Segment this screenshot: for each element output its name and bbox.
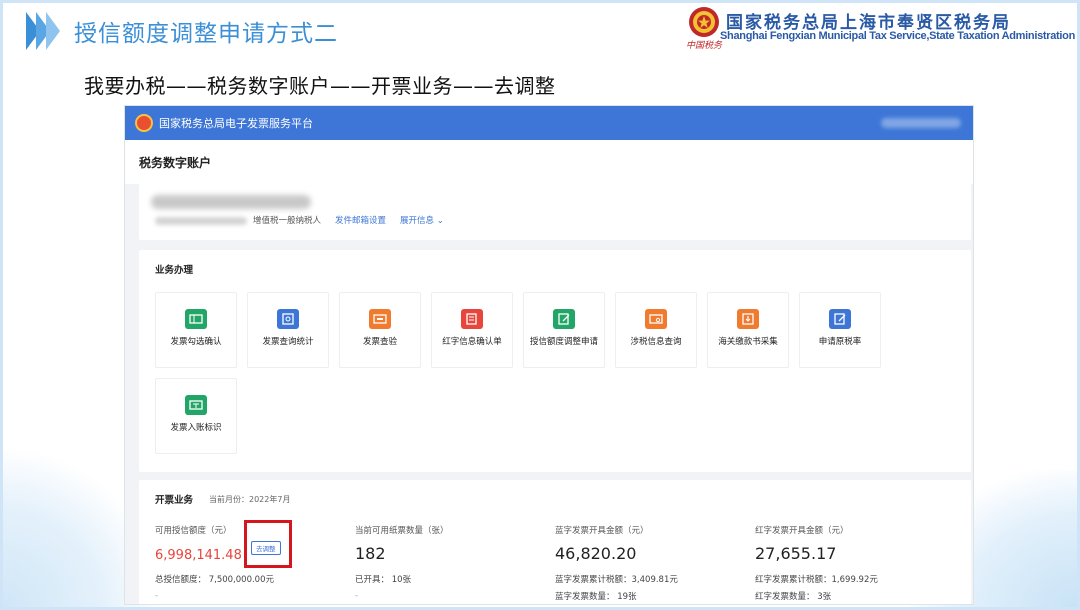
current-month: 当前月份：2022年7月 [209,495,291,504]
paper-dash: - [355,591,358,600]
tile-red-info-confirm[interactable]: 红字信息确认单 [431,292,513,368]
navigation-path: 我要办税——税务数字账户——开票业务——去调整 [84,74,556,98]
verify-ticket-icon [369,309,391,329]
blue-label: 蓝字发票开具金额（元） [555,526,649,536]
tile-label: 授信额度调整申请 [530,337,599,347]
platform-screenshot: 国家税务总局电子发票服务平台 税务数字账户 增值税一般纳税人 发件邮箱设置 展开… [124,105,974,605]
paper-stat: 当前可用纸票数量（张） 182 已开具： 10张 - [355,524,555,600]
tile-label: 申请原税率 [818,337,862,347]
app-header: 国家税务总局电子发票服务平台 [125,106,973,140]
emblem-signature: 中国税务 [686,41,723,51]
download-doc-icon [737,309,759,329]
paper-issued: 已开具： 10张 [355,575,412,585]
title-arrows-icon [26,12,60,50]
red-invoice-stat: 红字发票开具金额（元） 27,655.17 红字发票累计税额：1,699.92元… [755,524,955,602]
account-info-row: 增值税一般纳税人 发件邮箱设置 展开信息 ⌄ [253,214,444,226]
user-menu[interactable] [881,118,961,128]
tile-tax-info-query[interactable]: 涉税信息查询 [615,292,697,368]
business-section-title: 业务办理 [155,265,194,276]
tile-label: 涉税信息查询 [630,337,682,347]
chevron-down-icon: ⌄ [436,216,444,226]
blue-value: 46,820.20 [555,544,637,563]
business-card: 业务办理 发票勾选确认 发票查询统计 发票查验 红字信息确认单 授信额度调整申请… [139,250,971,472]
red-value: 27,655.17 [755,544,837,563]
invoicing-card: 开票业务 当前月份：2022年7月 可用授信额度（元） 6,998,141.48… [139,480,971,604]
taxpayer-name-redacted [151,195,311,209]
tile-customs-collection[interactable]: 海关缴款书采集 [707,292,789,368]
red-doc-icon [461,309,483,329]
tile-invoice-booking-mark[interactable]: 发票入账标识 [155,378,237,454]
red-count: 红字发票数量： 3张 [755,592,832,602]
tile-label: 海关缴款书采集 [718,337,778,347]
page-title: 税务数字账户 [125,140,973,184]
credit-total: 总授信额度： 7,500,000.00元 [155,575,274,585]
slide-title: 授信额度调整申请方式二 [74,21,338,47]
org-name-en: Shanghai Fengxian Municipal Tax Service,… [720,30,1076,42]
taxpayer-type: 增值税一般纳税人 [253,216,322,226]
expand-info-link[interactable]: 展开信息 ⌄ [400,214,444,226]
search-doc-icon [277,309,299,329]
taxpayer-id-redacted [155,217,247,225]
blue-count: 蓝字发票数量： 19张 [555,592,637,602]
tile-original-tax-rate[interactable]: 申请原税率 [799,292,881,368]
tile-label: 发票勾选确认 [170,337,222,347]
paper-label: 当前可用纸票数量（张） [355,526,449,536]
highlight-box [244,520,292,568]
platform-logo-icon [135,114,153,132]
mail-settings-link[interactable]: 发件邮箱设置 [335,214,386,226]
credit-dash: - [155,591,158,600]
platform-title: 国家税务总局电子发票服务平台 [159,117,313,130]
tile-label: 发票查验 [362,337,397,347]
tile-invoice-verify[interactable]: 发票查验 [339,292,421,368]
tax-emblem-icon [689,7,719,37]
tile-invoice-selection[interactable]: 发票勾选确认 [155,292,237,368]
tile-invoice-query[interactable]: 发票查询统计 [247,292,329,368]
card-search-icon [645,309,667,329]
red-tax: 红字发票累计税额：1,699.92元 [755,575,878,585]
red-label: 红字发票开具金额（元） [755,526,849,536]
blue-tax: 蓝字发票累计税额：3,409.81元 [555,575,678,585]
ticket-icon [185,309,207,329]
tile-label: 发票入账标识 [170,423,222,433]
tile-label: 发票查询统计 [262,337,314,347]
paper-value: 182 [355,544,386,563]
tile-label: 红字信息确认单 [442,337,502,347]
edit-doc-icon [553,309,575,329]
blue-invoice-stat: 蓝字发票开具金额（元） 46,820.20 蓝字发票累计税额：3,409.81元… [555,524,755,602]
ticket-mark-icon [185,395,207,415]
account-info-card: 增值税一般纳税人 发件邮箱设置 展开信息 ⌄ [139,184,971,240]
tile-credit-adjust[interactable]: 授信额度调整申请 [523,292,605,368]
invoicing-section-title: 开票业务 [155,495,194,506]
edit-page-icon [829,309,851,329]
